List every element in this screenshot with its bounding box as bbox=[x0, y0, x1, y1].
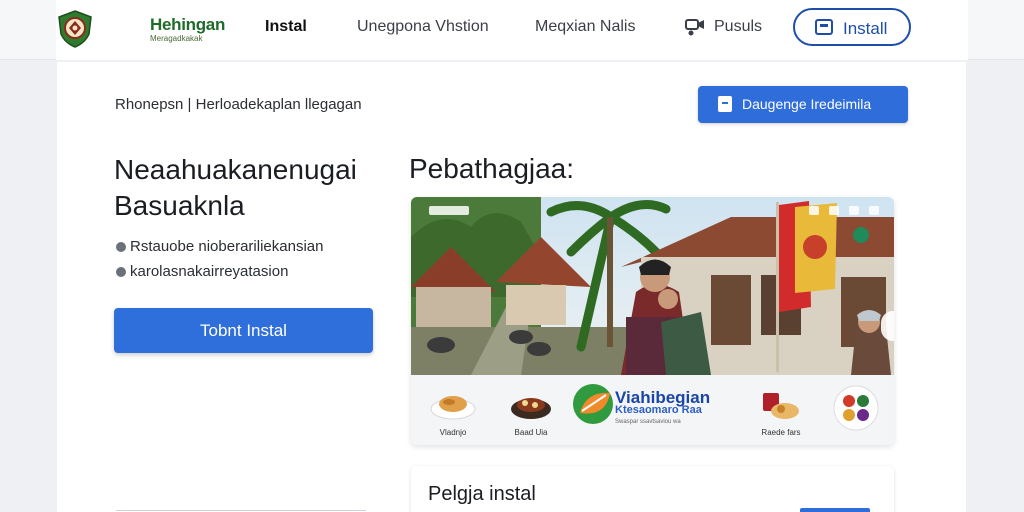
thumbnail-caption: Baad Uia bbox=[514, 428, 548, 437]
nav-link-version[interactable]: Unegpona Vhstion bbox=[357, 18, 489, 36]
notice-action-label: Daugenge Iredeimila bbox=[742, 96, 872, 112]
pulse-icon bbox=[685, 19, 704, 36]
header-install-button[interactable]: Install bbox=[793, 8, 911, 46]
scene-next-arrow-icon[interactable] bbox=[881, 311, 894, 341]
promo-note: Swaspar ssavtsaviou wa bbox=[615, 419, 681, 425]
hero-bullet: karolasnakairreyatasion bbox=[116, 263, 288, 280]
brand-logo-icon[interactable] bbox=[57, 10, 93, 48]
hero-headline: Neaahuakanenugai Basuaknla bbox=[114, 152, 394, 224]
primary-install-button[interactable]: Tobnt Instal bbox=[114, 308, 373, 353]
install-icon bbox=[815, 19, 833, 35]
scene-control-icon[interactable] bbox=[869, 206, 879, 215]
thumbnail-item[interactable]: Vladnjo bbox=[423, 383, 483, 441]
thumbnail-caption: Raede fars bbox=[761, 428, 801, 437]
thumbnail-item[interactable]: Raede fars bbox=[751, 383, 811, 441]
rendang-plate-icon bbox=[511, 398, 551, 419]
bottom-card-title: Pelgja instal bbox=[428, 483, 536, 505]
thumbnail-strip: Vladnjo Baad Uia Viahibegian Ktesaomaro … bbox=[411, 375, 894, 445]
bullet-dot-icon bbox=[116, 242, 126, 252]
nav-link-nalis[interactable]: Meqxian Nalis bbox=[535, 18, 635, 36]
hero-bullet-text: Rstauobe nioberariliekansian bbox=[130, 238, 324, 255]
scene-control-icon[interactable] bbox=[849, 206, 859, 215]
green-orange-leaf-logo-icon bbox=[573, 384, 613, 424]
bullet-dot-icon bbox=[116, 267, 126, 277]
preview-title: Pebathagjaa: bbox=[409, 153, 575, 184]
brand-name[interactable]: Hehingan bbox=[150, 15, 225, 35]
hero-headline-line2: Basuaknla bbox=[114, 190, 245, 221]
scene-caption-chip bbox=[429, 206, 469, 215]
brand-tagline: Meragadkakak bbox=[150, 34, 203, 43]
scene-control-icon[interactable] bbox=[829, 206, 839, 215]
hero-bullet: Rstauobe nioberariliekansian bbox=[116, 238, 323, 255]
thumbnail-item[interactable]: Baad Uia bbox=[501, 383, 561, 441]
document-icon bbox=[718, 96, 732, 112]
notice-action-button[interactable]: Daugenge Iredeimila bbox=[698, 86, 908, 123]
bottom-card-button[interactable] bbox=[800, 508, 870, 512]
dish-collection-icon bbox=[833, 385, 879, 431]
sweets-plate-icon bbox=[763, 393, 799, 419]
nav-link-pusuls[interactable]: Pusuls bbox=[714, 18, 762, 36]
header-install-label: Install bbox=[843, 19, 888, 38]
preview-panel: Vladnjo Baad Uia Viahibegian Ktesaomaro … bbox=[411, 197, 894, 445]
thumbnail-caption: Vladnjo bbox=[439, 428, 467, 437]
divider bbox=[116, 510, 366, 511]
scene-control-icon[interactable] bbox=[809, 206, 819, 215]
nav-link-instal[interactable]: Instal bbox=[265, 18, 307, 36]
promo-subtitle: Ktesaomaro Raa bbox=[615, 404, 702, 416]
pastry-plate-icon bbox=[430, 396, 476, 420]
hero-bullet-text: karolasnakairreyatasion bbox=[130, 263, 289, 280]
hero-headline-line1: Neaahuakanenugai bbox=[114, 154, 357, 185]
village-scene-image bbox=[411, 197, 894, 375]
notice-text: Rhonepsn | Herloadekaplan llegagan bbox=[115, 96, 362, 113]
